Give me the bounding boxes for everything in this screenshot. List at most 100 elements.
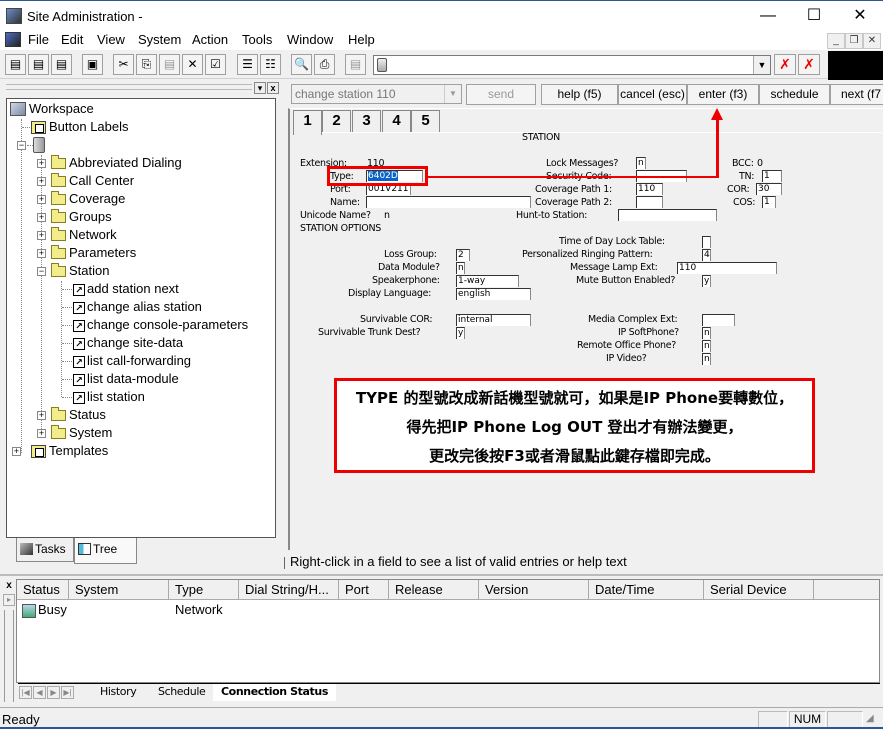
col-system[interactable]: System [69,580,169,600]
delete-icon[interactable]: ✕ [182,54,203,75]
remote-office-field[interactable]: n [702,340,711,352]
mdi-window-icon[interactable] [5,32,21,47]
command-combo[interactable]: change station 110 ▼ [291,84,462,104]
pane-splitter[interactable] [4,610,14,702]
first-tab-button[interactable]: |◀ [19,686,32,699]
enter-button[interactable]: enter (f3) [687,84,759,105]
ip-softphone-field[interactable]: n [702,327,711,339]
menu-system[interactable]: System [138,32,181,47]
chevron-down-icon[interactable]: ▼ [444,85,461,103]
next-tab-button[interactable]: ▶ [47,686,60,699]
detail-view-icon[interactable]: ☷ [260,54,281,75]
print-icon[interactable]: ⎙ [314,54,335,75]
maximize-button[interactable]: ☐ [791,1,837,31]
menu-view[interactable]: View [97,32,125,47]
expand-icon[interactable]: + [37,159,46,168]
print-preview-icon[interactable]: 🔍 [291,54,312,75]
tab-history[interactable]: History [92,684,144,701]
expand-icon[interactable]: + [37,231,46,240]
grid-row[interactable]: Busy Network [17,601,877,621]
name-field[interactable] [366,196,531,208]
tab-schedule[interactable]: Schedule [150,684,213,701]
resize-grip-icon[interactable]: ◢ [866,713,874,724]
coverage-path-1-field[interactable]: 110 [636,183,663,195]
pane-grip[interactable] [6,84,252,90]
cor-field[interactable]: 30 [756,183,782,195]
survivable-trunk-field[interactable]: y [456,327,465,339]
new-workspace-icon[interactable]: ▤ [5,54,26,75]
menu-help[interactable]: Help [348,32,375,47]
col-dial-string[interactable]: Dial String/H... [239,580,339,600]
lock-messages-field[interactable]: n [636,157,646,169]
menu-window[interactable]: Window [287,32,333,47]
loss-group-field[interactable]: 2 [456,249,470,261]
cut-icon[interactable]: ✂ [113,54,134,75]
disconnect-icon[interactable]: ✗ [774,54,796,75]
pane-dropdown-button[interactable]: ▾ [254,82,266,94]
new-wizard-icon[interactable]: ▤ [28,54,49,75]
last-tab-button[interactable]: ▶| [61,686,74,699]
tn-field[interactable]: 1 [762,170,782,182]
save-icon[interactable]: ▤ [345,54,366,75]
cos-field[interactable]: 1 [762,196,776,208]
col-serial-device[interactable]: Serial Device [704,580,814,600]
tab-tasks[interactable]: Tasks [16,538,74,562]
pane-close-button[interactable]: x [267,82,279,94]
tab-tree[interactable]: Tree [74,538,137,564]
page-tab-5[interactable]: 5 [411,110,440,132]
collapse-icon[interactable]: − [37,267,46,276]
close-button[interactable]: ✕ [837,1,883,31]
menu-file[interactable]: File [28,32,49,47]
data-module-field[interactable]: n [456,262,465,274]
cancel-button[interactable]: cancel (esc) [618,84,687,105]
speakerphone-field[interactable]: 1-way [456,275,519,287]
paste-icon[interactable]: ▤ [159,54,180,75]
copy-icon[interactable]: ⎘ [136,54,157,75]
expand-icon[interactable]: + [37,429,46,438]
menu-action[interactable]: Action [192,32,228,47]
expand-icon[interactable]: + [37,411,46,420]
col-release[interactable]: Release [389,580,479,600]
mdi-close-button[interactable]: ✕ [863,33,881,49]
expand-icon[interactable]: + [37,249,46,258]
output-pane-close-button[interactable]: x [3,580,15,592]
display-language-field[interactable]: english [456,288,531,300]
personalized-ringing-field[interactable]: 4 [702,249,711,261]
col-datetime[interactable]: Date/Time [589,580,704,600]
tab-connection-status[interactable]: Connection Status [213,684,336,701]
mdi-minimize-button[interactable]: _ [827,33,845,49]
send-button[interactable]: send (return) [466,84,536,120]
mdi-restore-button[interactable]: ❐ [845,33,863,49]
expand-icon[interactable]: + [12,447,21,456]
output-pane-pin-button[interactable]: ▸ [3,594,15,606]
system-combo[interactable]: ▼ [373,55,771,75]
minimize-button[interactable]: — [745,1,791,31]
schedule-button[interactable]: schedule (f9) [759,84,830,120]
page-tab-3[interactable]: 3 [352,110,381,132]
survivable-cor-field[interactable]: internal [456,314,531,326]
message-lamp-ext-field[interactable]: 110 [677,262,777,274]
page-tab-1[interactable]: 1 [293,110,322,135]
mute-button-field[interactable]: y [702,275,711,287]
time-of-day-lock-field[interactable] [702,236,711,248]
help-button[interactable]: help (f5) [541,84,618,105]
expand-icon[interactable]: + [37,213,46,222]
disconnect-all-icon[interactable]: ✗ [798,54,820,75]
expand-icon[interactable]: + [37,195,46,204]
media-complex-ext-field[interactable] [702,314,735,326]
col-status[interactable]: Status [17,580,69,600]
page-tab-4[interactable]: 4 [382,110,411,132]
menu-edit[interactable]: Edit [61,32,83,47]
save-all-icon[interactable]: ▣ [82,54,103,75]
ip-video-field[interactable]: n [702,353,711,365]
page-tab-2[interactable]: 2 [322,110,351,132]
new-system-icon[interactable]: ▤ [51,54,72,75]
hunt-to-station-field[interactable] [618,209,717,221]
col-version[interactable]: Version [479,580,589,600]
properties-icon[interactable]: ☑ [205,54,226,75]
menu-tools[interactable]: Tools [242,32,272,47]
col-port[interactable]: Port [339,580,389,600]
coverage-path-2-field[interactable] [636,196,663,208]
prev-tab-button[interactable]: ◀ [33,686,46,699]
expand-icon[interactable]: + [37,177,46,186]
